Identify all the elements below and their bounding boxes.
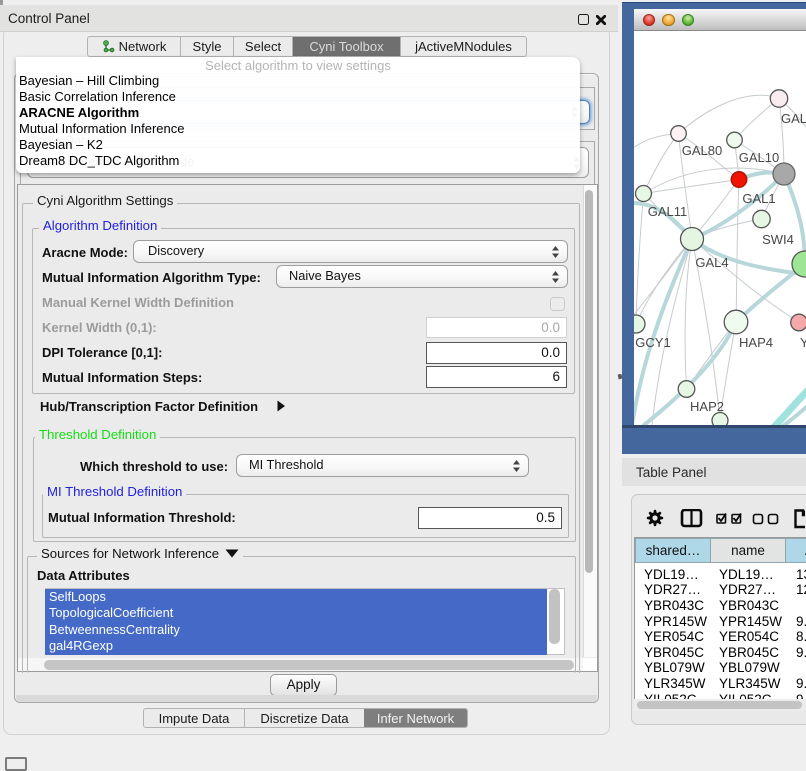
svg-text:GAL2: GAL2: [781, 111, 806, 126]
svg-text:GAL10: GAL10: [739, 150, 779, 165]
svg-text:GAL4: GAL4: [695, 255, 728, 270]
svg-text:GAL1: GAL1: [742, 191, 775, 206]
svg-text:GAL11: GAL11: [648, 204, 688, 219]
svg-text:GAL80: GAL80: [682, 143, 722, 158]
svg-text:HAP2: HAP2: [690, 399, 724, 414]
svg-text:SWI4: SWI4: [762, 232, 794, 247]
svg-text:HAP4: HAP4: [739, 335, 773, 350]
svg-text:YJ: YJ: [800, 335, 806, 350]
svg-text:GCY1: GCY1: [635, 335, 670, 350]
